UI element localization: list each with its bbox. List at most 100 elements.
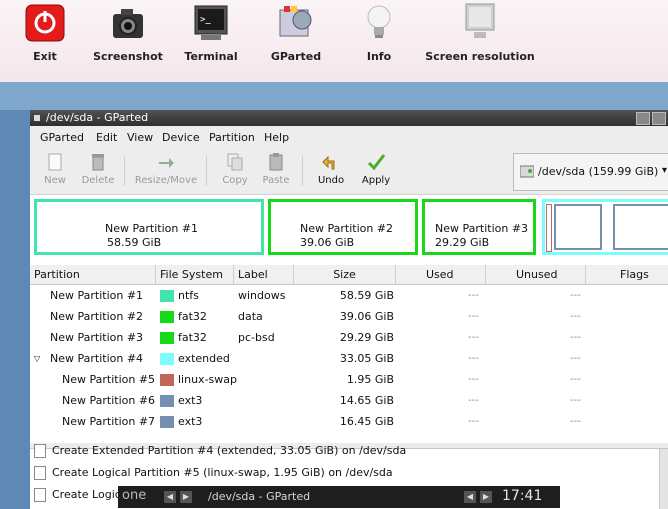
delete-button[interactable]: Delete: [78, 152, 118, 186]
taskbar-task-gparted[interactable]: /dev/sda - GParted: [208, 490, 310, 503]
copy-button[interactable]: Copy: [218, 152, 252, 186]
screenshot-launcher[interactable]: Screenshot: [90, 2, 166, 63]
screen-resolution-launcher[interactable]: Screen resolution: [424, 2, 536, 63]
minimize-button[interactable]: [636, 112, 650, 125]
camera-icon: [108, 2, 148, 44]
menu-partition[interactable]: Partition: [209, 131, 255, 144]
table-row[interactable]: ▽ New Partition #4 extended 33.05 GiB --- ---: [30, 349, 668, 369]
operations-scrollbar[interactable]: [659, 449, 668, 509]
table-row[interactable]: New Partition #3 fat32 pc-bsd 29.29 GiB --- -…: [30, 328, 668, 348]
maximize-button[interactable]: [652, 112, 666, 125]
partition-unused: ---: [570, 353, 581, 364]
partition-used: ---: [468, 290, 479, 301]
partition-block-3[interactable]: New Partition #3 29.29 GiB: [422, 199, 536, 255]
column-header-label[interactable]: Label: [234, 265, 294, 284]
resize-move-icon: [157, 152, 175, 172]
partition-used: ---: [468, 416, 479, 427]
partition-used: ---: [468, 332, 479, 343]
paste-icon: [267, 152, 285, 172]
filesystem-color-swatch: [160, 374, 174, 386]
operation-item[interactable]: Create Logic: [34, 486, 121, 504]
partition-block-2[interactable]: New Partition #2 39.06 GiB: [268, 199, 418, 255]
toolbar-separator: [302, 156, 303, 186]
column-header-partition[interactable]: Partition: [30, 265, 156, 284]
menu-gparted[interactable]: GParted: [40, 131, 84, 144]
partition-size: 1.95 GiB: [346, 373, 394, 386]
filesystem-name: extended: [178, 352, 230, 365]
filesystem-color-swatch: [160, 332, 174, 344]
paste-button[interactable]: Paste: [258, 152, 294, 186]
partition-unused: ---: [570, 311, 581, 322]
table-row[interactable]: New Partition #2 fat32 data 39.06 GiB --- ---: [30, 307, 668, 327]
exit-launcher[interactable]: Exit: [20, 2, 70, 63]
apply-button[interactable]: Apply: [356, 152, 396, 186]
taskbar-prev-icon[interactable]: ◀: [164, 491, 176, 503]
resize-move-button[interactable]: Resize/Move: [132, 152, 200, 186]
table-row[interactable]: New Partition #1 ntfs windows 58.59 GiB --- -…: [30, 286, 668, 306]
column-header-file-system[interactable]: File System: [156, 265, 234, 284]
svg-text:>_: >_: [200, 15, 211, 25]
partition-size: 39.06 GiB: [339, 310, 394, 323]
menu-device[interactable]: Device: [162, 131, 200, 144]
monitor-icon: [460, 2, 500, 44]
window-titlebar[interactable]: /dev/sda - GParted: [30, 110, 668, 126]
document-icon: [34, 466, 46, 480]
expander-icon[interactable]: ▽: [34, 349, 40, 369]
filesystem-name: linux-swap: [178, 373, 237, 386]
filesystem-color-swatch: [160, 353, 174, 365]
operation-item[interactable]: Create Extended Partition #4 (extended, …: [34, 442, 406, 460]
column-header-used[interactable]: Used: [396, 265, 486, 284]
column-header-unused[interactable]: Unused: [486, 265, 586, 284]
terminal-icon: >_: [191, 2, 231, 44]
filesystem-name: ext3: [178, 415, 203, 428]
gparted-window: /dev/sda - GParted GParted Edit View Dev…: [30, 110, 668, 509]
table-row[interactable]: New Partition #5 linux-swap 1.95 GiB --- ---: [30, 370, 668, 390]
partition-block-4-extended[interactable]: [542, 199, 668, 255]
table-row[interactable]: New Partition #6 ext3 14.65 GiB --- ---: [30, 391, 668, 411]
lightbulb-icon: [359, 2, 399, 44]
partition-size: 29.29 GiB: [339, 331, 394, 344]
partition-block-1[interactable]: New Partition #1 58.59 GiB: [34, 199, 264, 255]
new-icon: [46, 152, 64, 172]
table-row[interactable]: New Partition #7 ext3 16.45 GiB --- ---: [30, 412, 668, 432]
desktop-launcher-bar: Exit Screenshot >_ Terminal GParted Info…: [0, 0, 668, 82]
undo-button[interactable]: Undo: [312, 152, 350, 186]
partition-used: ---: [468, 353, 479, 364]
partition-name: New Partition #2: [50, 310, 144, 323]
column-header-flags[interactable]: Flags: [586, 265, 668, 284]
partition-block-7[interactable]: [613, 204, 668, 250]
partition-block-6[interactable]: [554, 204, 602, 250]
terminal-launcher[interactable]: >_ Terminal: [180, 2, 242, 63]
gparted-launcher[interactable]: GParted: [264, 2, 328, 63]
toolbar: New Delete Resize/Move Copy Paste Undo A…: [30, 148, 668, 195]
column-header-size[interactable]: Size: [294, 265, 396, 284]
chevron-down-icon: ▾: [662, 165, 668, 176]
taskbar-left-icon[interactable]: ◀: [464, 491, 476, 503]
window-menu-icon[interactable]: [34, 115, 40, 121]
device-selector[interactable]: /dev/sda (159.99 GiB) ▾: [513, 153, 668, 191]
workspace-name[interactable]: one: [122, 488, 146, 503]
clock: 17:41: [502, 488, 543, 504]
power-icon: [25, 2, 65, 44]
taskbar-right-icon[interactable]: ▶: [480, 491, 492, 503]
new-button[interactable]: New: [38, 152, 72, 186]
partition-label: pc-bsd: [238, 331, 275, 344]
filesystem-color-swatch: [160, 395, 174, 407]
taskbar-next-icon[interactable]: ▶: [180, 491, 192, 503]
menu-help[interactable]: Help: [264, 131, 289, 144]
menu-view[interactable]: View: [127, 131, 153, 144]
filesystem-color-swatch: [160, 416, 174, 428]
menu-edit[interactable]: Edit: [96, 131, 117, 144]
partition-table: Partition File System Label Size Used Un…: [30, 265, 668, 443]
desktop-background: [0, 82, 668, 110]
partition-name: New Partition #3: [50, 331, 144, 344]
partition-block-5[interactable]: [546, 204, 552, 252]
document-icon: [34, 488, 46, 502]
partition-size: 14.65 GiB: [339, 394, 394, 407]
info-launcher[interactable]: Info: [356, 2, 402, 63]
operation-item[interactable]: Create Logical Partition #5 (linux-swap,…: [34, 464, 393, 482]
partition-unused: ---: [570, 395, 581, 406]
partition-size: 16.45 GiB: [339, 415, 394, 428]
delete-icon: [89, 152, 107, 172]
partition-name: New Partition #5: [62, 373, 156, 386]
